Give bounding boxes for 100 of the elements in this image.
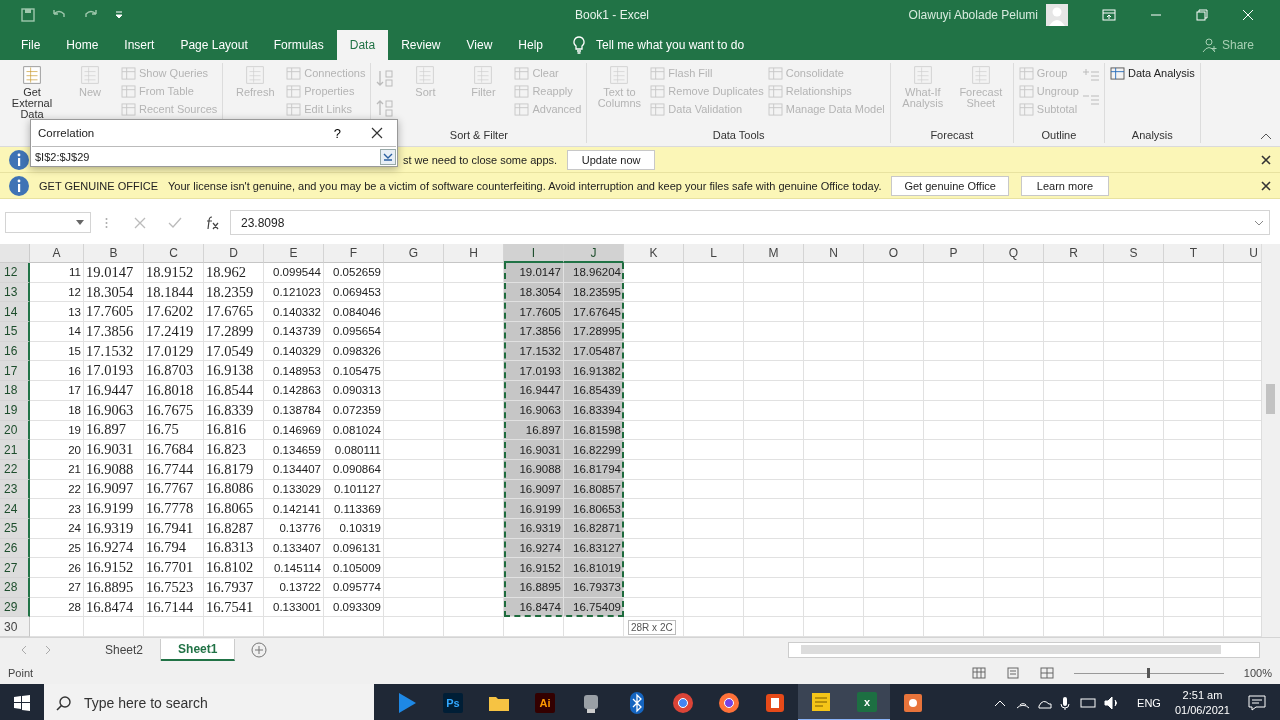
notes-icon[interactable]: [811, 691, 831, 712]
ribbon-tab[interactable]: Help: [505, 30, 556, 60]
row-header[interactable]: 18: [0, 381, 30, 401]
ribbon-tab[interactable]: Home: [53, 30, 112, 60]
user-name[interactable]: Olawuyi Abolade Pelumi: [908, 8, 1038, 22]
column-header[interactable]: T: [1164, 244, 1224, 263]
row-header[interactable]: 17: [0, 361, 30, 382]
notifications-icon[interactable]: [1248, 694, 1266, 711]
row-header[interactable]: 28: [0, 578, 30, 598]
expand-dialog-icon[interactable]: [380, 148, 396, 165]
column-header[interactable]: J: [564, 244, 624, 263]
column-header[interactable]: O: [864, 244, 924, 263]
ribbon-tab[interactable]: Data: [336, 30, 389, 60]
sort-descending-icon[interactable]: [375, 98, 396, 120]
column-header[interactable]: A: [30, 244, 84, 263]
ribbon-tab[interactable]: Insert: [111, 30, 168, 60]
clock-date[interactable]: 01/06/2021: [1174, 702, 1230, 718]
tell-me-search[interactable]: Tell me what you want to do: [596, 38, 745, 52]
column-header[interactable]: R: [1044, 244, 1104, 263]
column-header[interactable]: N: [804, 244, 864, 263]
column-header[interactable]: G: [384, 244, 444, 263]
row-header[interactable]: 14: [0, 302, 30, 323]
row-header[interactable]: 21: [0, 440, 30, 460]
range-input-field[interactable]: $I$2:$J$29: [32, 147, 380, 166]
insert-function-icon[interactable]: [204, 215, 220, 230]
info-bar-button[interactable]: Update now: [567, 149, 656, 170]
close-icon[interactable]: [371, 127, 383, 139]
browser-icon[interactable]: [718, 691, 740, 714]
language-indicator[interactable]: ENG: [1137, 696, 1161, 709]
row-header[interactable]: 13: [0, 282, 30, 303]
app-icon[interactable]: Ps: [443, 692, 463, 713]
row-header[interactable]: 12: [0, 263, 30, 283]
ribbon-tab[interactable]: Review: [388, 30, 454, 60]
app-icon[interactable]: x: [857, 691, 877, 712]
sheet-tab[interactable]: Sheet1: [161, 638, 236, 661]
column-header[interactable]: E: [264, 244, 324, 263]
add-sheet-icon[interactable]: [251, 641, 268, 658]
column-header[interactable]: H: [444, 244, 504, 263]
column-header[interactable]: P: [924, 244, 984, 263]
help-button[interactable]: ?: [333, 125, 341, 141]
row-header[interactable]: 25: [0, 518, 30, 539]
clock-time[interactable]: 2:51 am: [1182, 687, 1223, 703]
column-header[interactable]: S: [1104, 244, 1164, 263]
ribbon-button[interactable]: Data Analysis: [1109, 64, 1196, 82]
row-header[interactable]: 20: [0, 420, 30, 441]
zoom-slider[interactable]: [1147, 667, 1151, 678]
column-header[interactable]: I: [504, 244, 564, 263]
column-header[interactable]: B: [84, 244, 144, 263]
share-button[interactable]: Share: [1201, 37, 1254, 53]
row-header[interactable]: 24: [0, 499, 30, 519]
vertical-scrollbar[interactable]: [1261, 244, 1280, 637]
customize-caret-icon[interactable]: [114, 10, 124, 20]
column-header[interactable]: K: [624, 244, 684, 263]
row-header[interactable]: 15: [0, 322, 30, 342]
save-icon[interactable]: [20, 7, 36, 23]
collapse-ribbon-icon[interactable]: [1260, 132, 1272, 140]
dropdown-caret-icon[interactable]: [76, 220, 84, 225]
column-header[interactable]: U: [1224, 244, 1261, 263]
table-cell: 0.081024: [324, 420, 384, 441]
recorder-icon[interactable]: [903, 692, 923, 713]
drag-handle-icon[interactable]: [105, 216, 108, 229]
zoom-level[interactable]: 100%: [1243, 666, 1272, 679]
ribbon-tab[interactable]: File: [8, 30, 54, 60]
ribbon-display-icon[interactable]: [1102, 9, 1116, 21]
ribbon-button[interactable]: Get External Data: [4, 64, 60, 120]
normal-view-icon[interactable]: [971, 666, 986, 679]
column-header[interactable]: Q: [984, 244, 1044, 263]
row-header[interactable]: 19: [0, 400, 30, 421]
column-header[interactable]: C: [144, 244, 204, 263]
info-bar-button[interactable]: Learn more: [1020, 175, 1109, 196]
row-header[interactable]: 16: [0, 341, 30, 362]
horizontal-scrollbar[interactable]: [788, 641, 1260, 658]
bluetooth-icon[interactable]: [630, 691, 644, 714]
play-icon[interactable]: [397, 691, 417, 714]
row-header[interactable]: 30: [0, 617, 30, 637]
lightbulb-icon[interactable]: [572, 36, 586, 54]
row-header[interactable]: 22: [0, 459, 30, 480]
windows-logo-icon[interactable]: [14, 694, 30, 711]
close-icon[interactable]: [1261, 154, 1271, 165]
restore-icon[interactable]: [1196, 9, 1208, 21]
info-bar-button[interactable]: Get genuine Office: [891, 175, 1009, 196]
column-header[interactable]: L: [684, 244, 744, 263]
column-header[interactable]: D: [204, 244, 264, 263]
formula-field[interactable]: 23.8098: [230, 210, 1270, 235]
expand-icon[interactable]: [1254, 219, 1264, 226]
office-icon[interactable]: [765, 692, 785, 713]
close-icon[interactable]: [1261, 180, 1271, 191]
column-header[interactable]: F: [324, 244, 384, 263]
row-header[interactable]: 27: [0, 558, 30, 578]
browser-icon[interactable]: [672, 691, 694, 714]
row-header[interactable]: 23: [0, 479, 30, 500]
row-header[interactable]: 29: [0, 597, 30, 618]
row-header[interactable]: 26: [0, 538, 30, 559]
ribbon-tab[interactable]: Formulas: [260, 30, 337, 60]
app-icon[interactable]: Ai: [535, 692, 555, 713]
taskbar-search-field[interactable]: Type here to search: [44, 684, 374, 720]
ribbon-tab[interactable]: View: [453, 30, 506, 60]
page-break-icon[interactable]: [1039, 666, 1054, 679]
ribbon-tab[interactable]: Page Layout: [167, 30, 261, 60]
column-header[interactable]: M: [744, 244, 804, 263]
